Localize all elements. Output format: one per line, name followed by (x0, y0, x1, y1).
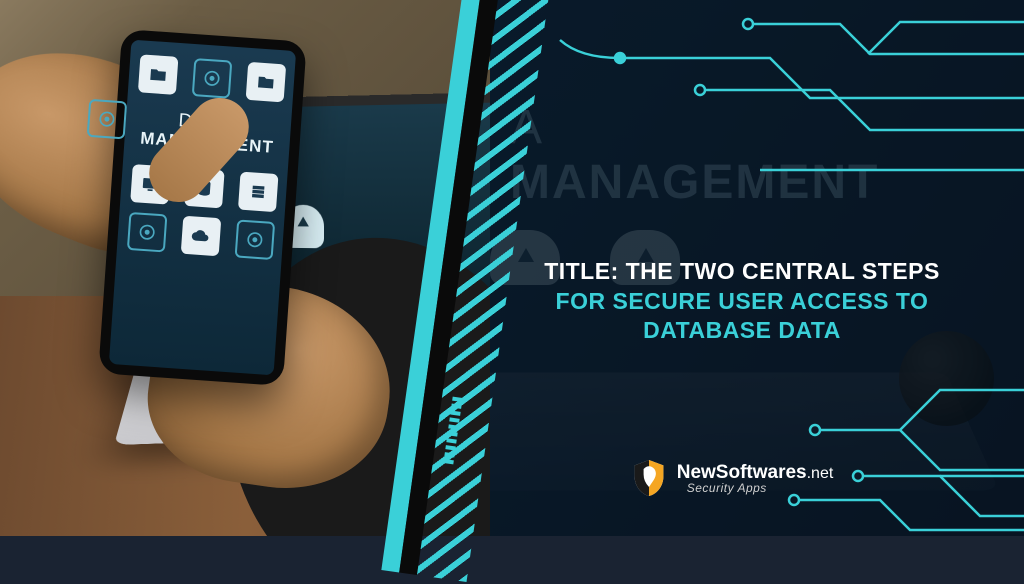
brand-block: NewSoftwares.net Security Apps (480, 458, 984, 498)
folder-icon (245, 62, 286, 103)
brand-name-main: NewSoftwares (677, 462, 807, 483)
banner-root: DA MAN (0, 0, 1024, 536)
phone-icon-row-4 (126, 211, 274, 259)
folder-icon (137, 54, 178, 95)
cloud-icon (180, 215, 221, 256)
brand-text: NewSoftwares.net Security Apps (677, 463, 834, 494)
brand-name: NewSoftwares.net (677, 463, 834, 482)
target-icon (126, 211, 167, 252)
smartphone: DATA MANAGEMENT (98, 29, 307, 386)
phone-icon-row-1 (137, 54, 285, 102)
target-icon (191, 58, 232, 99)
phone-screen: DATA MANAGEMENT (109, 40, 296, 376)
target-icon (86, 99, 127, 140)
title-highlight: FOR SECURE USER ACCESS TO DATABASE DATA (510, 287, 974, 345)
target-icon (234, 219, 275, 260)
brand-name-ext: .net (807, 465, 834, 482)
brand-shield-icon (631, 458, 667, 498)
title-block: TITLE: THE TWO CENTRAL STEPS FOR SECURE … (510, 258, 974, 345)
stack-icon (237, 171, 278, 212)
title-prefix: TITLE: THE TWO CENTRAL STEPS (510, 258, 974, 285)
brand-tagline: Security Apps (687, 482, 834, 494)
